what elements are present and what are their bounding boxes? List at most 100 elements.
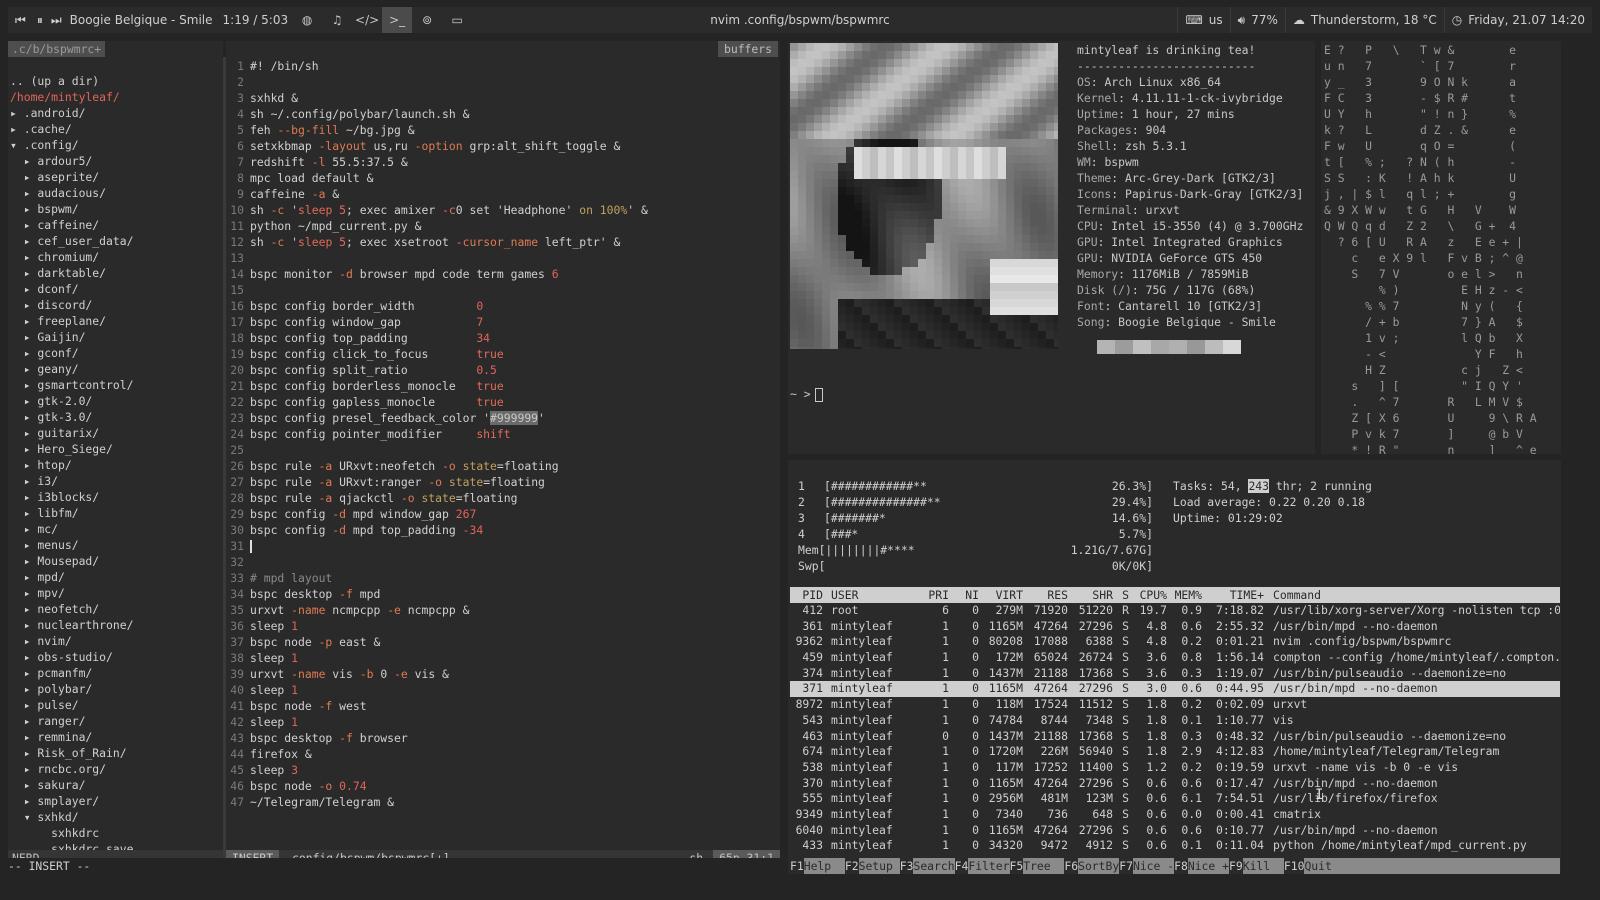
code-line[interactable]: 26 bspc rule -a URxvt:neofetch -o state=f…	[226, 458, 648, 474]
code-line[interactable]: 43 bspc desktop -f browser	[226, 730, 648, 746]
tree-item[interactable]: ▸ gtk-3.0/	[10, 409, 133, 425]
prev-button[interactable]: ⏮	[8, 7, 33, 33]
tree-item[interactable]: sxhkdrc	[10, 825, 133, 841]
process-row[interactable]: 6040 mintyleaf 1 0 1165M 47264 27296 S 0.6 0.6 0:1…	[790, 823, 1560, 839]
next-button[interactable]: ⏭	[47, 7, 66, 33]
tree-item[interactable]: ▸ libfm/	[10, 505, 133, 521]
root-dir[interactable]: /home/mintyleaf/	[10, 89, 133, 105]
tree-item[interactable]: ▸ i3blocks/	[10, 489, 133, 505]
code-line[interactable]: 11 python ~/mpd_current.py &	[226, 218, 648, 234]
workspace-games[interactable]: ⊚	[412, 7, 442, 33]
process-row[interactable]: 674 mintyleaf 1 0 1720M 226M 56940 S 1.8 2.9 4:12.…	[790, 744, 1560, 760]
col-res[interactable]: RES	[1023, 587, 1068, 603]
htop-terminal[interactable]: 1 [############** 26.3%] 2 [##############**…	[788, 460, 1561, 874]
code-line[interactable]: 19 bspc config click_to_focus true	[226, 346, 648, 362]
fkey-f10[interactable]: F10	[1284, 858, 1305, 874]
process-row[interactable]: 9349 mintyleaf 1 0 7340 736 648 S 0.6 0.0 0:00.41 c…	[790, 807, 1560, 823]
code-line[interactable]: 24 bspc config pointer_modifier shift	[226, 426, 648, 442]
fkey-f1[interactable]: F1	[790, 858, 804, 874]
fkey-label[interactable]: Help	[803, 858, 845, 874]
process-row[interactable]: 433 mintyleaf 1 0 34320 9472 4912 S 0.6 0.1 0:11.0…	[790, 838, 1560, 854]
code-line[interactable]: 6 setxkbmap -layout us,ru -option grp:alt…	[226, 138, 648, 154]
col-pid[interactable]: PID	[790, 587, 823, 603]
code-line[interactable]: 22 bspc config gapless_monocle true	[226, 394, 648, 410]
code-line[interactable]: 9 caffeine -a &	[226, 186, 648, 202]
tree-item[interactable]: ▸ darktable/	[10, 265, 133, 281]
code-line[interactable]: 36 sleep 1	[226, 618, 648, 634]
tree-item[interactable]: ▸ neofetch/	[10, 601, 133, 617]
editor-pane[interactable]: buffers 1 #! /bin/sh 2 3 sxhkd & 4 sh ~/.confi…	[226, 41, 780, 866]
code-line[interactable]: 14 bspc monitor -d browser mpd code term …	[226, 266, 648, 282]
fkey-label[interactable]: Search	[913, 858, 955, 874]
code-line[interactable]: 28 bspc rule -a qjackctl -o state=floatin…	[226, 490, 648, 506]
nerdtree-pane[interactable]: .c/b/bspwmrc+ .. (up a dir) /home/mintyl…	[8, 41, 223, 866]
fkey-f7[interactable]: F7	[1119, 858, 1133, 874]
tree-item[interactable]: ▸ aseprite/	[10, 169, 133, 185]
fkey-label[interactable]: Filter	[968, 858, 1010, 874]
tree-item[interactable]: ▸ i3/	[10, 473, 133, 489]
tree-item[interactable]: ▸ htop/	[10, 457, 133, 473]
code-line[interactable]: 46 bspc node -o 0.74	[226, 778, 648, 794]
tree-item[interactable]: ▸ ardour5/	[10, 153, 133, 169]
code-line[interactable]: 42 sleep 1	[226, 714, 648, 730]
col-pri[interactable]: PRI	[913, 587, 949, 603]
col-cpu[interactable]: CPU%	[1129, 587, 1167, 603]
code-line[interactable]: 10 sh -c 'sleep 5; exec amixer -c0 set 'H…	[226, 202, 648, 218]
tree-item[interactable]: ▸ obs-studio/	[10, 649, 133, 665]
code-line[interactable]: 41 bspc node -f west	[226, 698, 648, 714]
pause-button[interactable]: ⏸	[33, 7, 47, 33]
code-line[interactable]: 13	[226, 250, 648, 266]
up-dir-item[interactable]: .. (up a dir)	[10, 73, 133, 89]
process-row[interactable]: 538 mintyleaf 1 0 117M 17252 11400 S 1.2 0.2 0:19.…	[790, 760, 1560, 776]
tree-item[interactable]: ▸ mc/	[10, 521, 133, 537]
tree-item[interactable]: ▸ .cache/	[10, 121, 133, 137]
tree-item[interactable]: ▸ audacious/	[10, 185, 133, 201]
code-line[interactable]: 44 firefox &	[226, 746, 648, 762]
tree-item[interactable]: ▸ Gaijin/	[10, 329, 133, 345]
process-row[interactable]: 412 root 6 0 279M 71920 51220 R 19.7 0.9 7:18.82/u…	[790, 603, 1560, 619]
fkey-label[interactable]: SortBy	[1078, 858, 1120, 874]
code-line[interactable]: 2	[226, 74, 648, 90]
tree-item[interactable]: ▸ bspwm/	[10, 201, 133, 217]
tree-item[interactable]: ▸ rncbc.org/	[10, 761, 133, 777]
fkey-label[interactable]: Nice +	[1187, 858, 1229, 874]
process-row[interactable]: 374 mintyleaf 1 0 1437M 21188 17368 S 3.6 0.3 1:19…	[790, 666, 1560, 682]
tree-item[interactable]: ▸ Mousepad/	[10, 553, 133, 569]
fkey-f9[interactable]: F9	[1229, 858, 1243, 874]
code-line[interactable]: 23 bspc config presel_feedback_color '#99…	[226, 410, 648, 426]
process-row[interactable]: 361 mintyleaf 1 0 1165M 47264 27296 S 4.8 0.6 2:55…	[790, 619, 1560, 635]
fkey-f2[interactable]: F2	[845, 858, 859, 874]
code-line[interactable]: 45 sleep 3	[226, 762, 648, 778]
code-line[interactable]: 16 bspc config border_width 0	[226, 298, 648, 314]
code-line[interactable]: 33 # mpd layout	[226, 570, 648, 586]
code-line[interactable]: 40 sleep 1	[226, 682, 648, 698]
tree-item[interactable]: ▸ nuclearthrone/	[10, 617, 134, 633]
process-row[interactable]: 555 mintyleaf 1 0 2956M 481M 123M S 0.6 6.1 7:54.5…	[790, 791, 1560, 807]
fkey-f5[interactable]: F5	[1010, 858, 1024, 874]
tree-item[interactable]: ▸ pulse/	[10, 697, 133, 713]
tree-item[interactable]: ▸ freeplane/	[10, 313, 133, 329]
workspace-code[interactable]: </>	[352, 7, 382, 33]
code-line[interactable]: 7 redshift -l 55.5:37.5 &	[226, 154, 648, 170]
neofetch-terminal[interactable]: mintyleaf is drinking tea! -------------…	[788, 41, 1315, 454]
code-line[interactable]: 18 bspc config top_padding 34	[226, 330, 648, 346]
workspace-6[interactable]: ▭	[442, 7, 472, 33]
code-line[interactable]: 31	[226, 538, 648, 554]
tree-item[interactable]: ▸ gsmartcontrol/	[10, 377, 134, 393]
code-line[interactable]: 37 bspc node -p east &	[226, 634, 648, 650]
process-row[interactable]: 463 mintyleaf 0 0 1437M 21188 17368 S 1.8 0.3 0:48…	[790, 729, 1560, 745]
now-playing[interactable]: Boogie Belgique - Smile 1:19 / 5:03	[66, 7, 292, 33]
code-line[interactable]: 20 bspc config split_ratio 0.5	[226, 362, 648, 378]
process-list[interactable]: 412 root 6 0 279M 71920 51220 R 19.7 0.9 7:18.82/u…	[790, 603, 1560, 854]
workspace-browser[interactable]: ◍	[292, 7, 322, 33]
code-line[interactable]: 47 ~/Telegram/Telegram &	[226, 794, 648, 810]
fkey-f8[interactable]: F8	[1174, 858, 1188, 874]
code-line[interactable]: 1 #! /bin/sh	[226, 58, 648, 74]
code-line[interactable]: 12 sh -c 'sleep 5; exec xsetroot -cursor_…	[226, 234, 648, 250]
tree-item[interactable]: ▸ cef_user_data/	[10, 233, 134, 249]
keyboard-layout[interactable]: ⌨ us	[1177, 7, 1229, 33]
command-line[interactable]: -- INSERT --	[8, 858, 780, 874]
code-area[interactable]: 1 #! /bin/sh 2 3 sxhkd & 4 sh ~/.config/polyba…	[226, 58, 648, 810]
tree-item[interactable]: ▾ sxhkd/	[10, 809, 133, 825]
code-line[interactable]: 5 feh --bg-fill ~/bg.jpg &	[226, 122, 648, 138]
